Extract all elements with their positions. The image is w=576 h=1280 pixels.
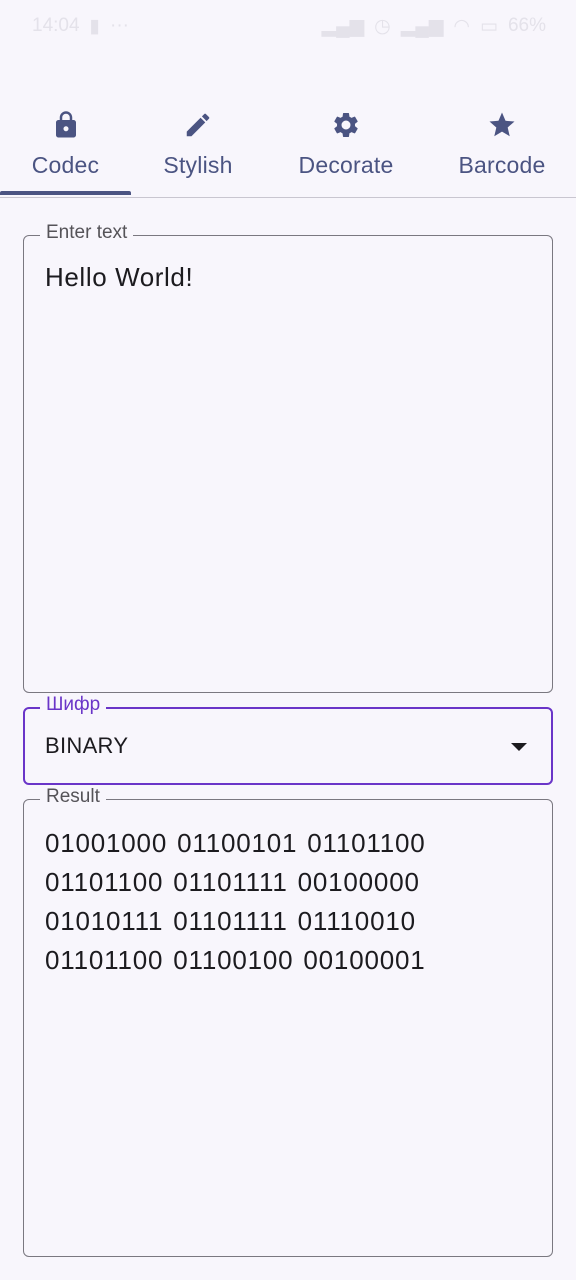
tab-barcode[interactable]: Barcode [440, 98, 564, 197]
cipher-select[interactable]: Шифр BINARY [23, 694, 553, 785]
gear-icon [334, 112, 358, 137]
result-label: Result [40, 786, 106, 808]
star-icon [489, 112, 515, 137]
alarm-icon: ◷ [374, 15, 391, 37]
enter-text-label: Enter text [40, 222, 134, 244]
tab-codec[interactable]: Codec [0, 98, 131, 197]
battery-icon: ▭ [480, 15, 498, 37]
lock-icon [55, 111, 76, 138]
sim-icon: ▮ [89, 15, 101, 37]
tab-indicator [0, 191, 131, 195]
tab-decorate[interactable]: Decorate [280, 98, 412, 197]
tab-decorate-label: Decorate [298, 152, 394, 178]
tab-stylish-label: Stylish [163, 152, 233, 178]
battery-level: 66% [507, 15, 546, 36]
signal-icon: ▂▄▆ [321, 15, 365, 37]
status-time: 14:04 [32, 15, 80, 36]
result-field[interactable]: Result 01001000 01100101 01101100 011011… [23, 786, 553, 1257]
status-left: 14:04 ▮ ··· [32, 15, 129, 38]
status-bar: 14:04 ▮ ··· ▂▄▆ ◷ ▂▄▆ ◠ ▭ 66% [0, 0, 576, 52]
cipher-value: BINARY [45, 733, 129, 758]
tab-stylish[interactable]: Stylish [131, 98, 265, 197]
tab-bar: Codec Stylish Decorate Barcode [0, 98, 576, 198]
enter-text-field[interactable]: Enter text Hello World! [23, 222, 553, 693]
status-right: ▂▄▆ ◷ ▂▄▆ ◠ ▭ 66% [321, 15, 546, 38]
tab-barcode-label: Barcode [458, 152, 546, 178]
dropdown-arrow-icon[interactable] [511, 743, 527, 751]
tab-codec-label: Codec [31, 152, 100, 178]
signal-icon: ▂▄▆ [400, 15, 444, 37]
enter-text-value[interactable]: Hello World! [45, 262, 532, 293]
pencil-icon [186, 113, 210, 137]
wifi-icon: ◠ [453, 15, 471, 37]
result-value[interactable]: 01001000 01100101 01101100 01101100 0110… [45, 824, 534, 980]
cipher-label: Шифр [40, 694, 107, 716]
more-notifications-icon: ··· [110, 15, 129, 36]
